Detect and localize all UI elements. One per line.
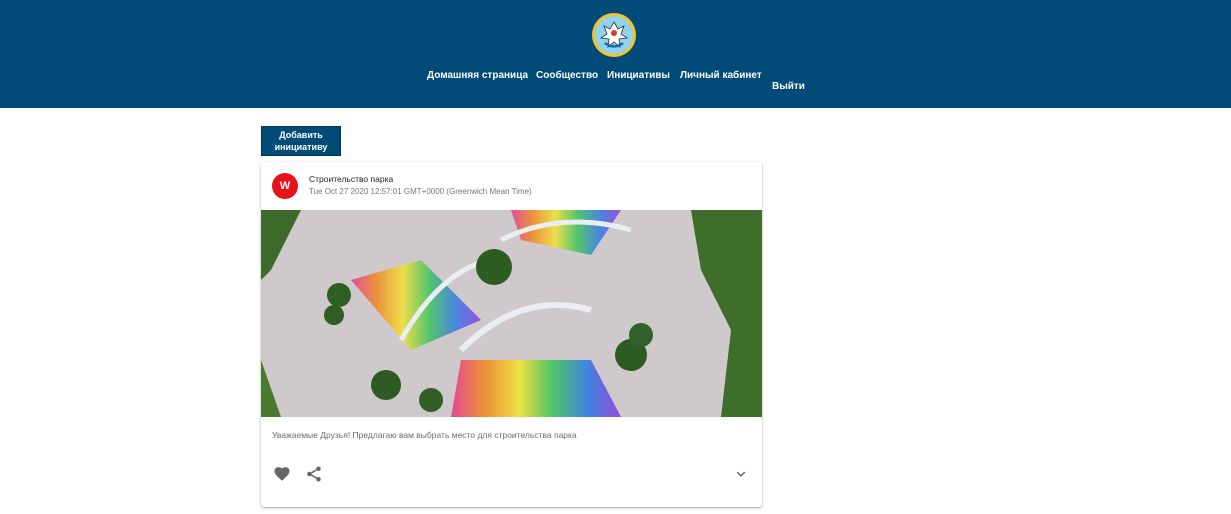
avatar: W <box>272 173 298 199</box>
chevron-down-icon[interactable] <box>732 465 750 483</box>
post-image <box>261 210 762 417</box>
add-initiative-button[interactable]: Добавить инициативу <box>261 126 341 156</box>
nav-community-link[interactable]: Сообщество <box>536 70 598 81</box>
post-description: Уважаемые Друзья! Предлагаю вам выбрать … <box>272 430 577 440</box>
share-icon[interactable] <box>305 465 323 483</box>
nav-cabinet-link[interactable]: Личный кабинет <box>680 70 762 81</box>
heart-icon[interactable] <box>273 465 291 483</box>
nav-home-link[interactable]: Домашняя страница <box>427 70 528 81</box>
post-date: Tue Oct 27 2020 12:57:01 GMT+0000 (Green… <box>309 187 532 196</box>
nav-initiatives-link[interactable]: Инициативы <box>607 70 670 81</box>
park-rendering-image <box>261 210 762 417</box>
top-navbar: Домашняя страница Сообщество Инициативы … <box>0 0 1231 108</box>
logout-link[interactable]: Выйти <box>772 81 805 92</box>
coat-of-arms-icon[interactable] <box>591 12 637 58</box>
post-title: Строительство парка <box>309 174 394 184</box>
post-card: W Строительство парка Tue Oct 27 2020 12… <box>261 162 762 507</box>
